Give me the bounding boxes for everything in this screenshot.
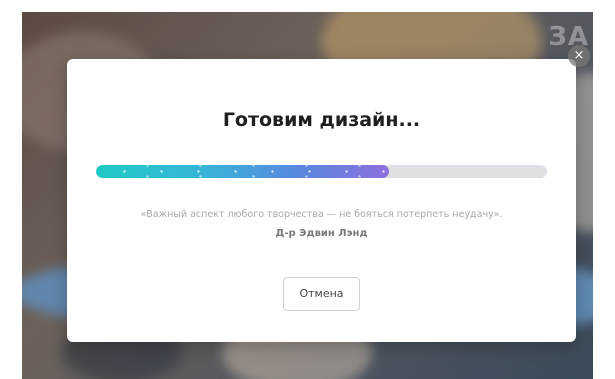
cancel-button[interactable]: Отмена — [283, 277, 360, 311]
page: ЗА × Готовим дизайн... «Важный аспект лю… — [0, 0, 615, 379]
dialog-title: Готовим дизайн... — [222, 109, 421, 131]
progress-bar-fill — [96, 165, 390, 178]
quote-text: «Важный аспект любого творчества — не бо… — [140, 209, 503, 220]
quote-author: Д-р Эдвин Лэнд — [275, 228, 368, 239]
close-icon[interactable]: × — [568, 45, 590, 67]
progress-bar — [96, 165, 547, 178]
loading-dialog: Готовим дизайн... «Важный аспект любого … — [67, 59, 576, 342]
